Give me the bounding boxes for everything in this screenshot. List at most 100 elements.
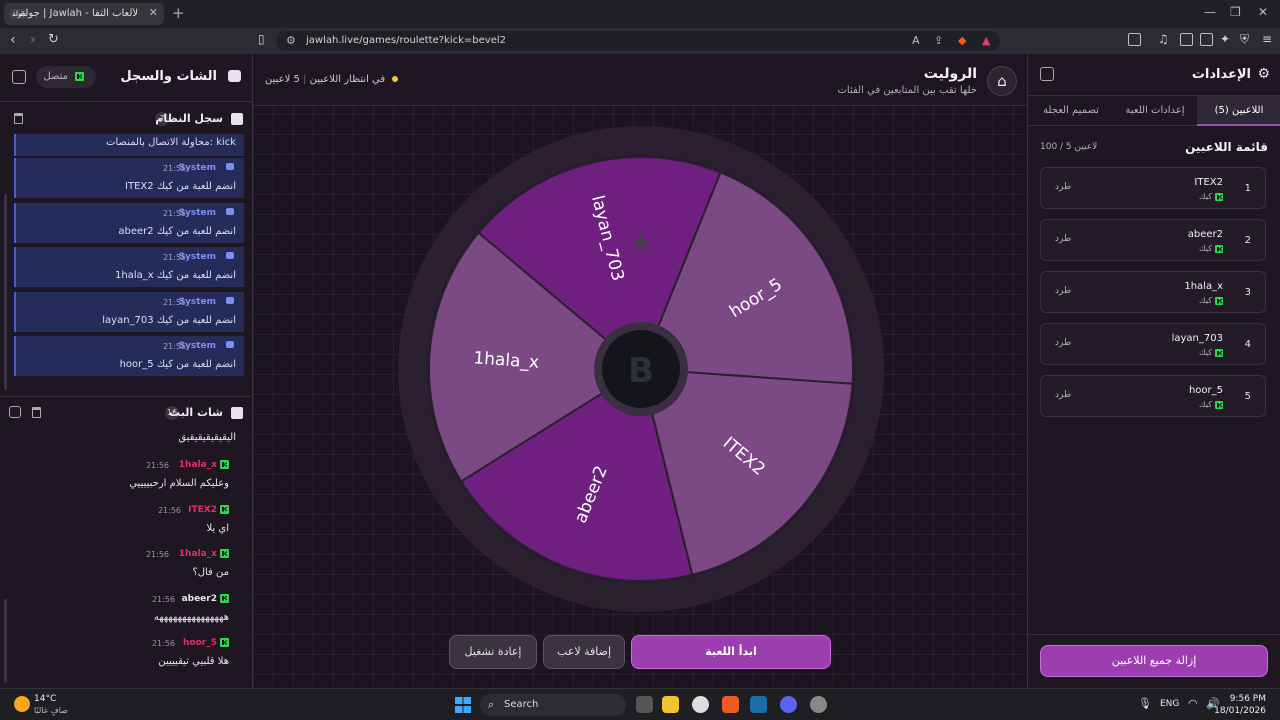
gear-icon: ⚙ xyxy=(1257,66,1270,82)
start-game-button[interactable]: ابدأ اللعبة xyxy=(631,635,831,669)
vpn-icon[interactable]: ⛨ xyxy=(1240,32,1249,47)
reload-icon[interactable]: ↻ xyxy=(48,32,59,47)
chat-scrollbar[interactable] xyxy=(4,599,7,683)
site-info-icon[interactable]: ⚙ xyxy=(286,34,296,47)
player-name: 1hala_x xyxy=(1184,281,1223,292)
message-time: 21:55 xyxy=(162,342,186,351)
discord-icon[interactable] xyxy=(780,696,797,713)
close-tab-icon[interactable]: ✕ xyxy=(149,6,158,19)
app-root: متصل الشات والسجل 7 سجل النظام محاولة ال… xyxy=(0,54,1280,688)
kick-icon xyxy=(220,504,229,514)
address-bar[interactable]: ⚙ jawlah.live/games/roulette?kick=bevel2… xyxy=(276,31,1000,51)
chat-message-text: من فال؟ xyxy=(192,567,229,578)
clear-log-icon[interactable] xyxy=(14,113,23,124)
minimize-icon[interactable]: — xyxy=(1204,5,1216,19)
tab-players[interactable]: اللاعبين (5) xyxy=(1197,96,1280,126)
divider xyxy=(0,396,253,397)
wallet-icon[interactable] xyxy=(1200,33,1213,46)
microphone-icon[interactable]: 🎙 xyxy=(1138,697,1152,710)
system-message-text: layan_703 انضم للعبة من كيك xyxy=(102,314,236,326)
bookmark-icon[interactable]: ▯ xyxy=(258,32,265,46)
settings-title: الإعدادات xyxy=(1191,67,1251,82)
system-message: System 21:55 1hala_x انضم للعبة من كيك xyxy=(14,247,244,287)
forward-icon[interactable]: › xyxy=(30,32,36,48)
bot-icon xyxy=(226,296,234,304)
browser-tab[interactable]: جولة جولة | Jawlah - منصة الألعاب التفا … xyxy=(4,3,164,25)
message-time: 21:56 xyxy=(145,550,169,559)
brave-icon[interactable] xyxy=(722,696,739,713)
translate-icon[interactable]: A xyxy=(912,34,920,47)
settings-header: الإعدادات ⚙ xyxy=(1028,54,1280,96)
taskbar: 14°C صافٍ غالبًا ⌕ Search ENG 🎙 ◠ 🔊 9:56… xyxy=(0,688,1280,720)
status-dot xyxy=(392,76,399,82)
remove-all-players-button[interactable]: إزالة جميع اللاعبين xyxy=(1040,645,1268,677)
message-time: 21:55 xyxy=(162,297,186,307)
brave-shield-icon[interactable]: ◆ xyxy=(958,34,966,47)
reset-button[interactable]: إعادة تشغيل xyxy=(449,635,537,669)
tab-wheel-design[interactable]: تصميم العجلة xyxy=(1029,96,1113,126)
game-area: ⌂ الروليت خلها تقب بين المتابعين في الفئ… xyxy=(253,54,1027,688)
log-scrollbar[interactable] xyxy=(4,194,7,390)
chat-username[interactable]: ITEX2 xyxy=(188,505,217,515)
kick-player-button[interactable]: طرد xyxy=(1055,182,1071,192)
task-view-icon[interactable] xyxy=(636,696,653,713)
collapse-panel-icon[interactable] xyxy=(12,70,26,84)
chat-message: 1hala_x 21:56 وعليكم السلام ارحبييييي xyxy=(0,456,245,500)
tab-title: جولة | Jawlah - منصة الألعاب التفا xyxy=(20,8,138,19)
app-icon[interactable] xyxy=(810,696,827,713)
players-status: 5 لاعبين xyxy=(265,74,300,85)
brave-rewards-icon[interactable]: ▲ xyxy=(982,34,990,47)
tab-game-settings[interactable]: إعدادات اللعبة xyxy=(1113,96,1197,126)
player-source: كيك xyxy=(1199,244,1223,253)
windows-start-icon[interactable] xyxy=(455,697,471,713)
taskbar-search[interactable]: ⌕ Search xyxy=(480,694,626,716)
steam-icon[interactable] xyxy=(750,696,767,713)
system-log-header[interactable]: 7 سجل النظام xyxy=(0,104,253,134)
sidebar-icon[interactable] xyxy=(1128,33,1141,46)
chat-username[interactable]: hoor_5 xyxy=(183,638,217,648)
menu-icon[interactable]: ≡ xyxy=(1262,32,1272,46)
kick-player-button[interactable]: طرد xyxy=(1055,338,1071,348)
players-count: 100 / 5 لاعبين xyxy=(1040,142,1098,152)
chat-message-text: هههههههههههههههه xyxy=(153,611,229,623)
leo-icon[interactable]: ✦ xyxy=(1220,32,1230,46)
player-source: كيك xyxy=(1199,296,1223,305)
kick-player-button[interactable]: طرد xyxy=(1055,286,1071,296)
clock[interactable]: 9:56 PM 18/01/2026 xyxy=(1214,693,1266,717)
file-explorer-icon[interactable] xyxy=(662,696,679,713)
player-source-label: كيك xyxy=(1199,192,1212,201)
wifi-icon[interactable]: ◠ xyxy=(1188,697,1198,710)
chat-settings-icon[interactable] xyxy=(9,406,21,418)
chat-username[interactable]: abeer2 xyxy=(182,594,217,604)
clock-time: 9:56 PM xyxy=(1229,694,1266,704)
new-tab-button[interactable]: + xyxy=(172,4,185,22)
collapse-settings-icon[interactable] xyxy=(1040,67,1054,81)
clear-chat-icon[interactable] xyxy=(32,407,41,418)
reader-icon[interactable] xyxy=(1180,33,1193,46)
player-rank: 4 xyxy=(1244,339,1251,350)
close-window-icon[interactable]: ✕ xyxy=(1258,5,1268,19)
connection-status-label: متصل xyxy=(43,71,68,82)
roulette-wheel[interactable]: hoor_5ITEX2abeer21hala_xlayan_703 B xyxy=(396,124,886,614)
kick-player-button[interactable]: طرد xyxy=(1055,234,1071,244)
maximize-icon[interactable]: ❐ xyxy=(1230,5,1241,19)
share-icon[interactable]: ⇪ xyxy=(934,34,943,47)
music-icon[interactable]: ♫ xyxy=(1158,32,1169,46)
live-chat-header[interactable]: 16 شات البث xyxy=(0,398,253,428)
obs-icon[interactable] xyxy=(692,696,709,713)
home-button[interactable]: ⌂ xyxy=(987,66,1017,96)
waiting-status: في انتظار اللاعبين xyxy=(309,74,386,85)
settings-tabs: اللاعبين (5) إعدادات اللعبة تصميم العجلة xyxy=(1028,96,1280,126)
players-list-heading: قائمة اللاعبين xyxy=(1185,140,1268,154)
chat-username[interactable]: 1hala_x xyxy=(179,549,217,559)
language-indicator[interactable]: ENG xyxy=(1160,699,1179,709)
add-player-button[interactable]: إضافة لاعب xyxy=(543,635,625,669)
chat-username[interactable]: 1hala_x xyxy=(179,460,217,470)
kick-icon xyxy=(220,460,229,469)
back-icon[interactable]: ‹ xyxy=(10,32,16,48)
kick-icon xyxy=(1215,244,1223,253)
player-source: كيك xyxy=(1199,348,1223,357)
system-message: System 21:55 ITEX2 انضم للعبة من كيك xyxy=(14,158,244,198)
kick-player-button[interactable]: طرد xyxy=(1055,390,1071,400)
player-row: 3 1hala_x كيك طرد xyxy=(1040,271,1266,313)
